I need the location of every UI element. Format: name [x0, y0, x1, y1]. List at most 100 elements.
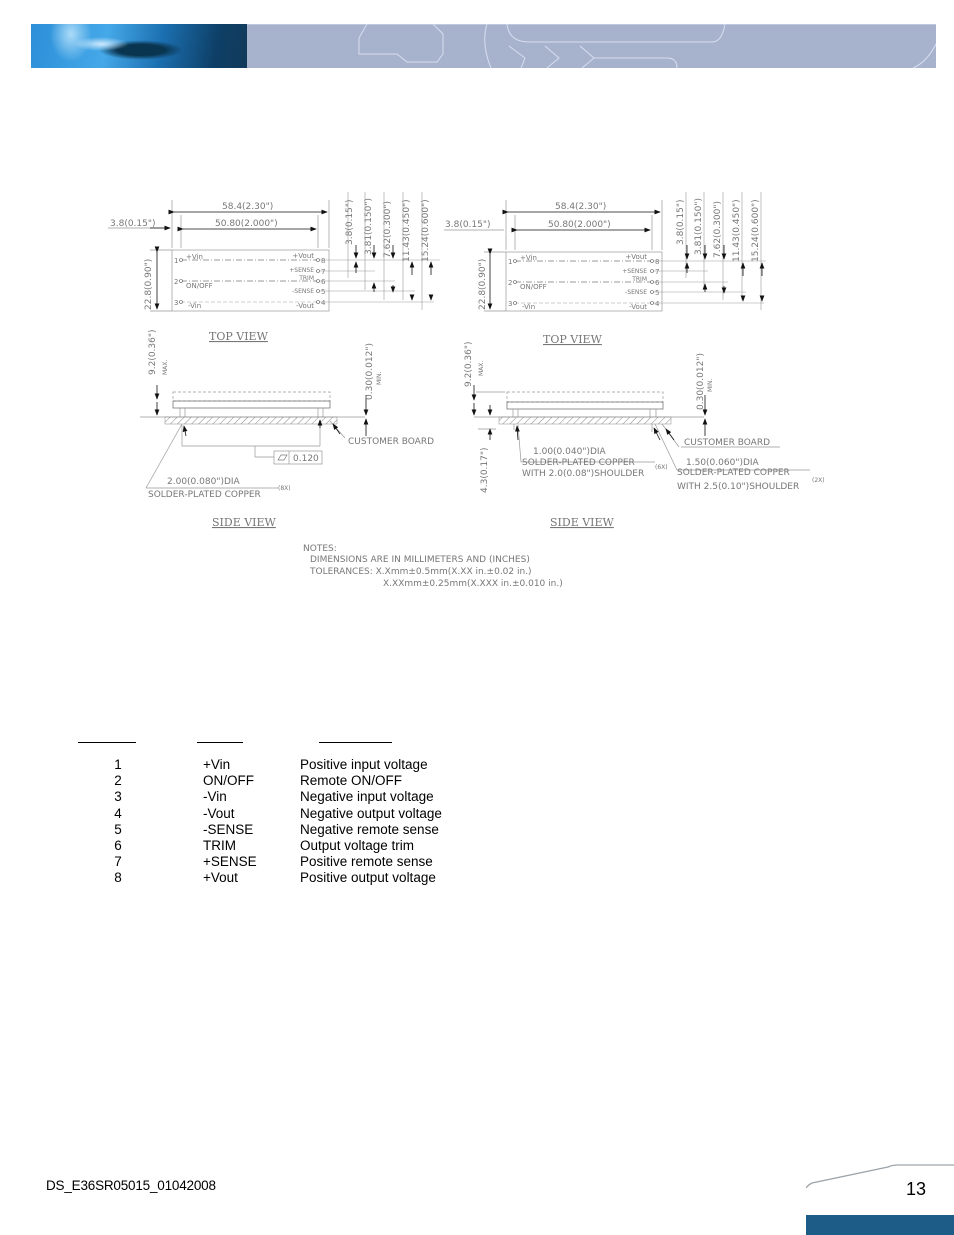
footer-accent-bar [806, 1215, 954, 1235]
pin-function: Negative remote sense [300, 821, 439, 837]
pin-function: Positive output voltage [300, 870, 436, 886]
pin-length-label: 4.3(0.17") [480, 447, 490, 493]
pin-num: 4 [655, 300, 660, 308]
max-height-label: 9.2(0.36") [148, 329, 158, 375]
pin-function: Remote ON/OFF [300, 773, 403, 789]
pin-num: 3 [174, 299, 178, 307]
flatness-label: 0.120 [293, 454, 319, 464]
left-side-view: 9.2(0.36") MAX. 0.30(0.012") MIN. CUSTOM… [140, 329, 434, 529]
pin-label: -Vout [296, 302, 314, 310]
left-top-view: 58.4(2.30") 50.80(2.000") 3.8(0.15") 22.… [108, 192, 440, 343]
pin-label: ON/OFF [186, 282, 213, 290]
pin-label: +Vout [625, 253, 647, 261]
pin-label: TRIM [631, 276, 647, 283]
right-height: 22.8(0.90") [478, 259, 488, 310]
pin-label: -Vin [522, 303, 535, 311]
pin-column-header-line [78, 742, 136, 743]
dim-label: 15.24(0.600") [751, 199, 761, 262]
pin-label: -SENSE [625, 289, 647, 296]
left-top-view-title: TOP VIEW [209, 330, 269, 343]
pin-num: 6 [655, 279, 660, 287]
pin-num: 7 [321, 268, 325, 276]
pin-label: +Vin [520, 254, 537, 262]
left-side-view-title: SIDE VIEW [212, 516, 277, 529]
pin-num: 7 [655, 268, 659, 276]
pin-name: ON/OFF [203, 773, 254, 789]
pin-count-label: (8X) [278, 485, 291, 492]
max-label: MAX. [162, 360, 169, 375]
pin-label: -Vin [188, 302, 201, 310]
pin-number: 4 [114, 805, 122, 821]
pin-name: +Vout [203, 870, 238, 886]
drawing-notes: NOTES: DIMENSIONS ARE IN MILLIMETERS AND… [303, 544, 563, 589]
right-pin-span: 50.80(2.000") [548, 220, 611, 230]
pin-name: -SENSE [203, 821, 254, 837]
notes-line: X.XXmm±0.25mm(X.XXX in.±0.010 in.) [383, 579, 563, 589]
left-pin-span: 50.80(2.000") [215, 219, 278, 229]
pin-function: Negative output voltage [300, 805, 442, 821]
mechanical-drawing: 58.4(2.30") 50.80(2.000") 3.8(0.15") 22.… [108, 192, 825, 589]
pin-label: -SENSE [292, 288, 314, 295]
dim-label: 3.81(0.150") [364, 198, 374, 255]
max-label: MAX. [478, 361, 485, 376]
pin-label: TRIM [298, 275, 314, 282]
pin-number: 2 [114, 773, 122, 789]
pin-num: 1 [174, 257, 178, 265]
pin-num: 4 [321, 299, 326, 307]
pin-name: -Vout [203, 805, 235, 821]
dim-label: 11.43(0.450") [732, 199, 742, 262]
large-pin-shoulder-label: WITH 2.5(0.10")SHOULDER [677, 482, 799, 492]
standoff-label: 0.30(0.012") [696, 353, 706, 410]
pin-number: 7 [114, 854, 122, 870]
dim-label: 3.81(0.150") [694, 198, 704, 255]
large-pin-count-label: (2X) [812, 477, 825, 484]
dim-label: 7.62(0.300") [383, 201, 393, 258]
pin-dia-label: 2.00(0.080")DIA [167, 477, 241, 487]
small-pin-shoulder-label: WITH 2.0(0.08")SHOULDER [522, 469, 644, 479]
pin-name: +SENSE [203, 854, 257, 870]
pin-name: -Vin [203, 789, 227, 805]
pin-num: 6 [321, 278, 326, 286]
pin-label: +SENSE [289, 267, 314, 274]
right-side-view-title: SIDE VIEW [550, 516, 615, 529]
page-tab [806, 1164, 954, 1235]
pin-number: 1 [114, 757, 122, 772]
notes-line: TOLERANCES: X.Xmm±0.5mm(X.XX in.±0.02 in… [309, 567, 532, 577]
pin-num: 2 [174, 278, 178, 286]
max-height-label: 9.2(0.36") [464, 341, 474, 387]
dim-label: 11.43(0.450") [402, 199, 412, 262]
notes-title: NOTES: [303, 544, 337, 554]
pin-function: Negative input voltage [300, 789, 434, 805]
document-id: DS_E36SR05015_01042008 [46, 1178, 216, 1193]
small-pin-material-label: SOLDER-PLATED COPPER [522, 458, 635, 468]
standoff-label: 0.30(0.012") [365, 343, 375, 400]
pin-label: +SENSE [622, 268, 647, 275]
pin-number: 3 [114, 789, 122, 805]
min-label: MIN. [376, 372, 383, 385]
min-label: MIN. [707, 379, 714, 392]
right-edge-offset: 3.8(0.15") [445, 220, 491, 230]
pin-name: +Vin [203, 757, 231, 772]
right-side-view: 9.2(0.36") MAX. 0.30(0.012") MIN. 4.3(0.… [464, 341, 825, 529]
pin-num: 2 [508, 279, 512, 287]
left-edge-offset: 3.8(0.15") [110, 219, 156, 229]
pin-label: +Vout [292, 252, 314, 260]
pin-num: 5 [321, 288, 325, 296]
flatness-icon [277, 454, 288, 461]
pin-num: 1 [508, 258, 512, 266]
large-pin-dia-label: 1.50(0.060")DIA [686, 458, 760, 468]
pin-function: Output voltage trim [300, 838, 415, 853]
pin-function: Positive input voltage [300, 757, 428, 772]
pin-name: TRIM [203, 838, 236, 853]
pin-number: 8 [114, 870, 122, 886]
customer-board-label: CUSTOMER BOARD [684, 438, 770, 448]
pin-label: ON/OFF [520, 283, 547, 291]
pin-label: -Vout [629, 303, 647, 311]
dim-label: 3.8(0.15") [345, 199, 355, 245]
small-pin-dia-label: 1.00(0.040")DIA [533, 447, 607, 457]
dim-label: 3.8(0.15") [676, 199, 686, 245]
pin-material-label: SOLDER-PLATED COPPER [148, 490, 261, 500]
pin-num: 8 [321, 257, 325, 265]
function-column-header-line [319, 742, 392, 743]
right-top-view: 58.4(2.30") 50.80(2.000") 3.8(0.15") 22.… [444, 192, 766, 346]
